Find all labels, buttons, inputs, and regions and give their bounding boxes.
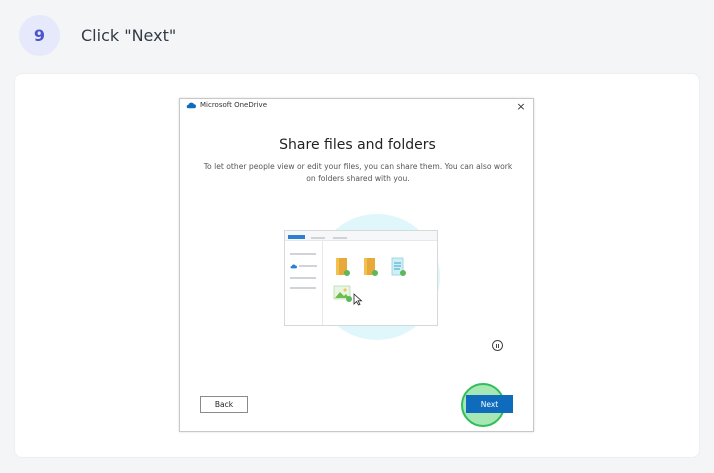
pause-icon[interactable] [492, 340, 503, 351]
step-card: 9 Click "Next" Microsoft OneDrive × Shar… [0, 0, 714, 473]
close-icon[interactable]: × [515, 100, 527, 113]
illustration-explorer-window [284, 230, 438, 326]
illustration-sidebar [285, 241, 323, 325]
image-icon [333, 285, 352, 302]
cloud-icon [290, 264, 297, 269]
sidebar-line [290, 253, 316, 255]
step-header: 9 Click "Next" [0, 0, 714, 70]
onedrive-cloud-icon [186, 102, 196, 108]
window-title-bar: Microsoft OneDrive [186, 101, 267, 109]
document-icon [391, 257, 406, 276]
window-title: Microsoft OneDrive [200, 101, 267, 109]
step-number-badge: 9 [19, 15, 60, 56]
sidebar-line [290, 287, 316, 289]
illustration-tab [333, 237, 347, 239]
back-button[interactable]: Back [200, 396, 248, 413]
page-description: To let other people view or edit your fi… [203, 162, 513, 183]
onedrive-setup-window: Microsoft OneDrive × Share files and fol… [179, 98, 534, 432]
page-title: Share files and folders [279, 137, 436, 153]
folder-icon [364, 258, 378, 276]
step-instruction: Click "Next" [81, 26, 177, 45]
illustration-topbar [285, 231, 437, 241]
next-button[interactable]: Next [466, 395, 513, 413]
cursor-icon [353, 293, 363, 306]
pause-bar [495, 343, 497, 348]
sidebar-line [290, 277, 316, 279]
sidebar-line [299, 265, 317, 267]
pause-bar [498, 343, 500, 348]
folder-icon [336, 258, 350, 276]
illustration-tab [311, 237, 325, 239]
illustration-tab-active [288, 235, 305, 239]
